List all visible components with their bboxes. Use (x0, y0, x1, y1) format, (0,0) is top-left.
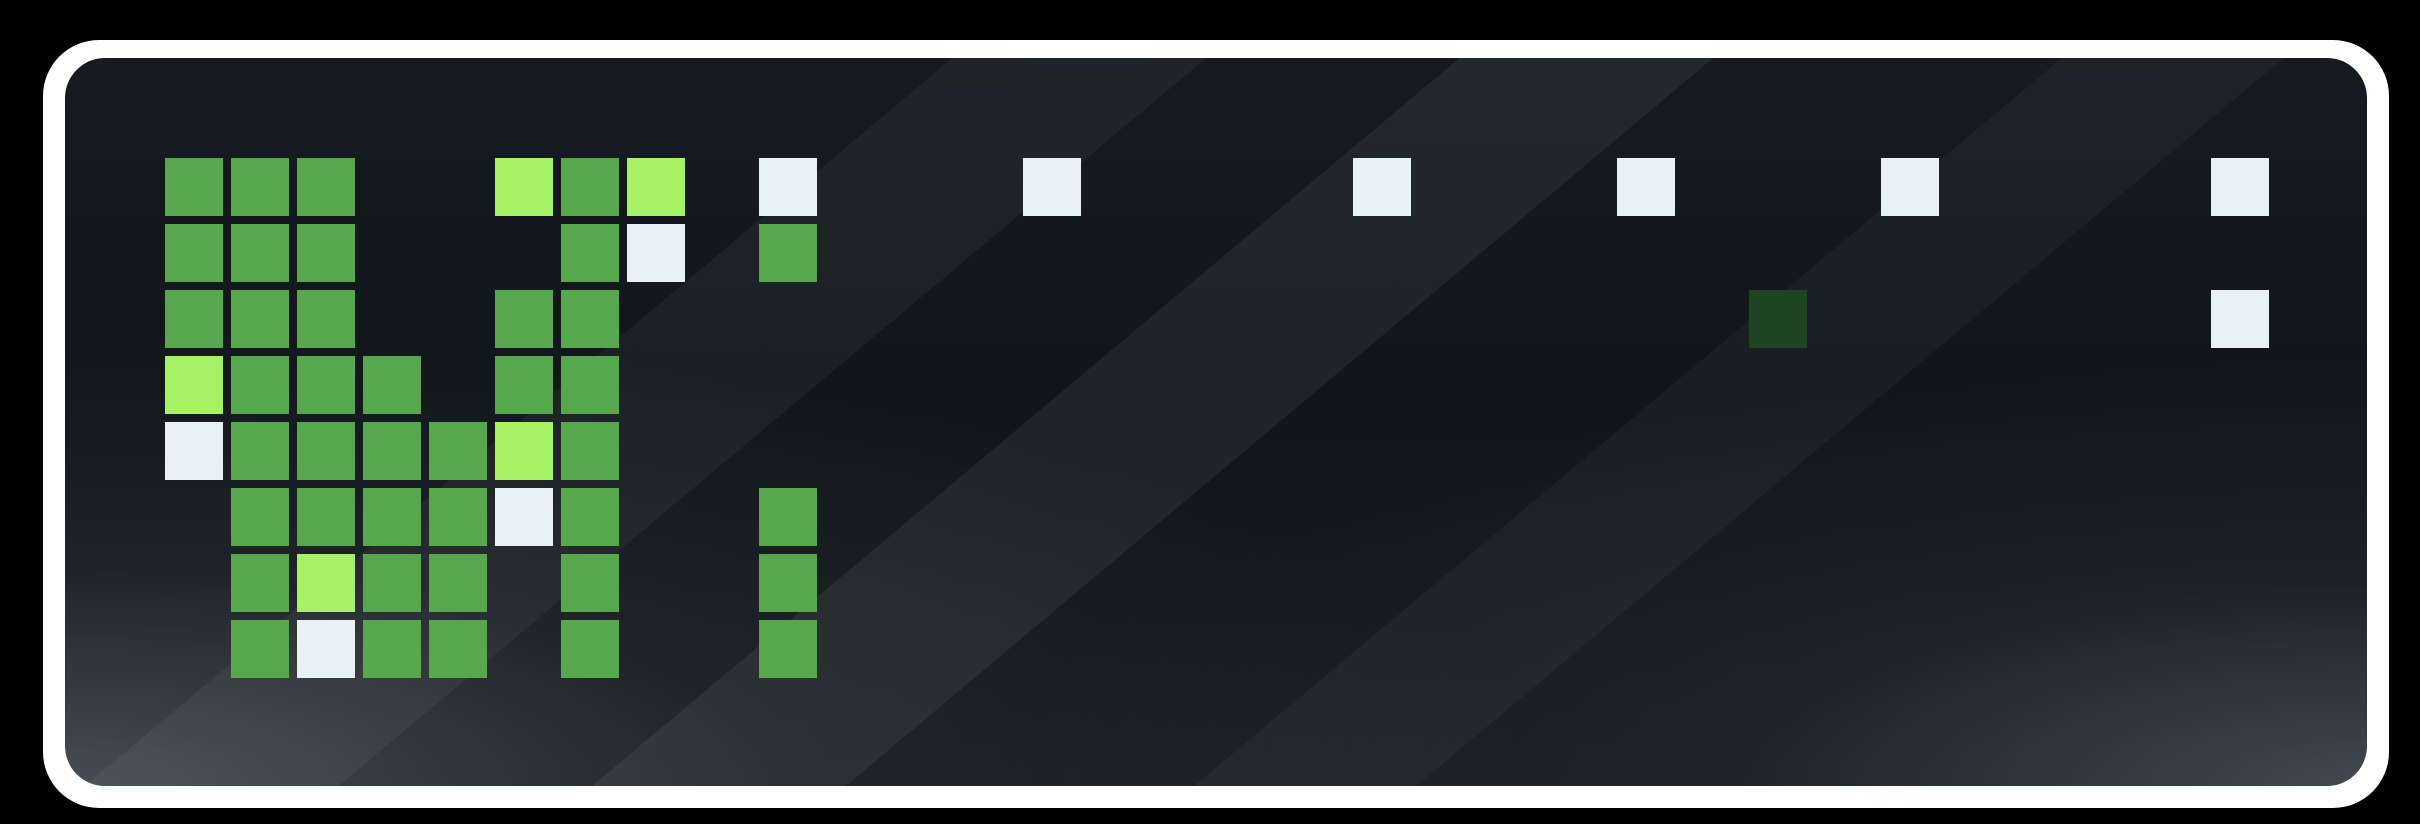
contribution-cell (297, 356, 355, 414)
contribution-cell (231, 620, 289, 678)
contribution-cell (429, 554, 487, 612)
contribution-cell (297, 554, 355, 612)
contribution-cell (561, 356, 619, 414)
contribution-cell (1617, 158, 1675, 216)
contribution-cell (561, 224, 619, 282)
contribution-cell (429, 488, 487, 546)
contribution-cell (231, 554, 289, 612)
contribution-cell (1881, 158, 1939, 216)
contribution-cell (231, 356, 289, 414)
contribution-cell (429, 422, 487, 480)
contribution-cell (2211, 158, 2269, 216)
contribution-cell (2211, 290, 2269, 348)
contribution-cell (1023, 158, 1081, 216)
contribution-cell (231, 290, 289, 348)
contribution-cell (363, 422, 421, 480)
contribution-cell (561, 488, 619, 546)
contribution-cell (231, 422, 289, 480)
contribution-cell (561, 290, 619, 348)
contribution-cell (1353, 158, 1411, 216)
contribution-cell (297, 620, 355, 678)
contribution-cell (495, 356, 553, 414)
contribution-panel (65, 58, 2367, 786)
contribution-cell (297, 290, 355, 348)
contribution-cell (363, 488, 421, 546)
contribution-cell (495, 290, 553, 348)
contribution-cell (363, 356, 421, 414)
contribution-cell (297, 224, 355, 282)
contribution-cell (495, 158, 553, 216)
contribution-cell (627, 158, 685, 216)
contribution-cell (759, 224, 817, 282)
contribution-cell (429, 620, 487, 678)
contribution-cell (165, 158, 223, 216)
contribution-cell (759, 620, 817, 678)
contribution-cell (297, 488, 355, 546)
contribution-cell (561, 422, 619, 480)
contribution-cell (759, 554, 817, 612)
contribution-cell (561, 158, 619, 216)
contribution-cell (759, 158, 817, 216)
contribution-grid (65, 58, 2367, 786)
contribution-cell (297, 158, 355, 216)
contribution-cell (231, 224, 289, 282)
contribution-cell (561, 620, 619, 678)
contribution-cell (165, 290, 223, 348)
contribution-cell (495, 422, 553, 480)
contribution-cell (627, 224, 685, 282)
contribution-cell (495, 488, 553, 546)
contribution-cell (231, 488, 289, 546)
contribution-cell (759, 488, 817, 546)
contribution-cell (165, 224, 223, 282)
contribution-cell (165, 422, 223, 480)
contribution-cell (363, 554, 421, 612)
contribution-cell (1749, 290, 1807, 348)
contribution-cell (165, 356, 223, 414)
contribution-cell (231, 158, 289, 216)
contribution-cell (561, 554, 619, 612)
contribution-cell (363, 620, 421, 678)
contribution-card-frame (43, 40, 2389, 808)
contribution-cell (297, 422, 355, 480)
